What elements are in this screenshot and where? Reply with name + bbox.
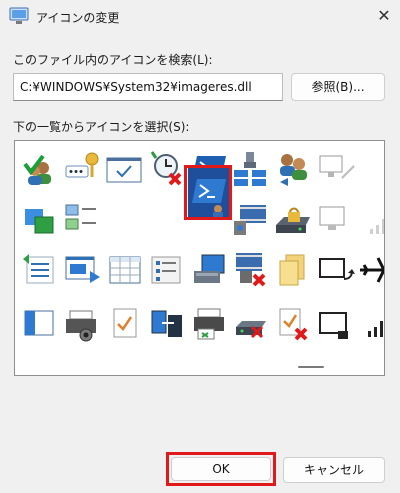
table-grid-icon[interactable]: [104, 249, 146, 291]
selected-icon-highlight: [184, 165, 232, 220]
app-icon: [9, 7, 29, 25]
media-film-icon[interactable]: [230, 199, 272, 241]
signal-bars-icon[interactable]: [356, 303, 384, 345]
airplane-icon[interactable]: [356, 249, 384, 291]
network-computer-icon[interactable]: [188, 249, 230, 291]
display-rotate-icon[interactable]: [314, 249, 356, 291]
window-pane-icon[interactable]: [19, 303, 61, 345]
network-plug-icon[interactable]: [230, 148, 272, 190]
signal-faded-icon[interactable]: [356, 199, 384, 241]
list-back-icon[interactable]: [19, 249, 61, 291]
picture-list-icon[interactable]: [62, 199, 104, 241]
printer-camera-icon[interactable]: [62, 303, 104, 345]
window-play-icon[interactable]: [62, 249, 104, 291]
horizontal-scrollbar[interactable]: [298, 366, 324, 368]
document-check-icon[interactable]: [104, 303, 146, 345]
close-icon[interactable]: ✕: [374, 6, 394, 26]
checkbox-window-icon[interactable]: [104, 148, 146, 190]
file-path-input[interactable]: C:¥WINDOWS¥System32¥imageres.dll: [13, 73, 283, 101]
display-link-icon[interactable]: [314, 148, 356, 190]
ok-button[interactable]: OK: [171, 457, 271, 481]
users-check-icon[interactable]: [19, 148, 61, 190]
list-form-icon[interactable]: [146, 249, 188, 291]
users-sync-icon[interactable]: [272, 148, 314, 190]
document-check-error-icon[interactable]: [272, 303, 314, 345]
icon-list-label: 下の一覧からアイコンを選択(S):: [13, 120, 190, 134]
clock-error-icon[interactable]: [146, 148, 188, 190]
display-dim-icon[interactable]: [314, 199, 356, 241]
drive-lock-icon[interactable]: [272, 199, 314, 241]
display-copy-icon[interactable]: [19, 199, 61, 241]
printer-sync-icon[interactable]: [188, 303, 230, 345]
monitors-arrow-icon[interactable]: [146, 303, 188, 345]
drive-error-icon[interactable]: [230, 303, 272, 345]
folders-yellow-icon[interactable]: [272, 249, 314, 291]
display-fullscreen-icon[interactable]: [314, 303, 356, 345]
cancel-button[interactable]: キャンセル: [283, 457, 385, 483]
password-key-icon[interactable]: [62, 148, 104, 190]
browse-button[interactable]: 参照(B)...: [291, 73, 385, 101]
search-label: このファイル内のアイコンを検索(L):: [13, 53, 213, 67]
window-title: アイコンの変更: [36, 11, 120, 25]
blank-icon[interactable]: [104, 199, 146, 241]
icon-list[interactable]: [14, 140, 385, 376]
media-film-error-icon[interactable]: [230, 249, 272, 291]
